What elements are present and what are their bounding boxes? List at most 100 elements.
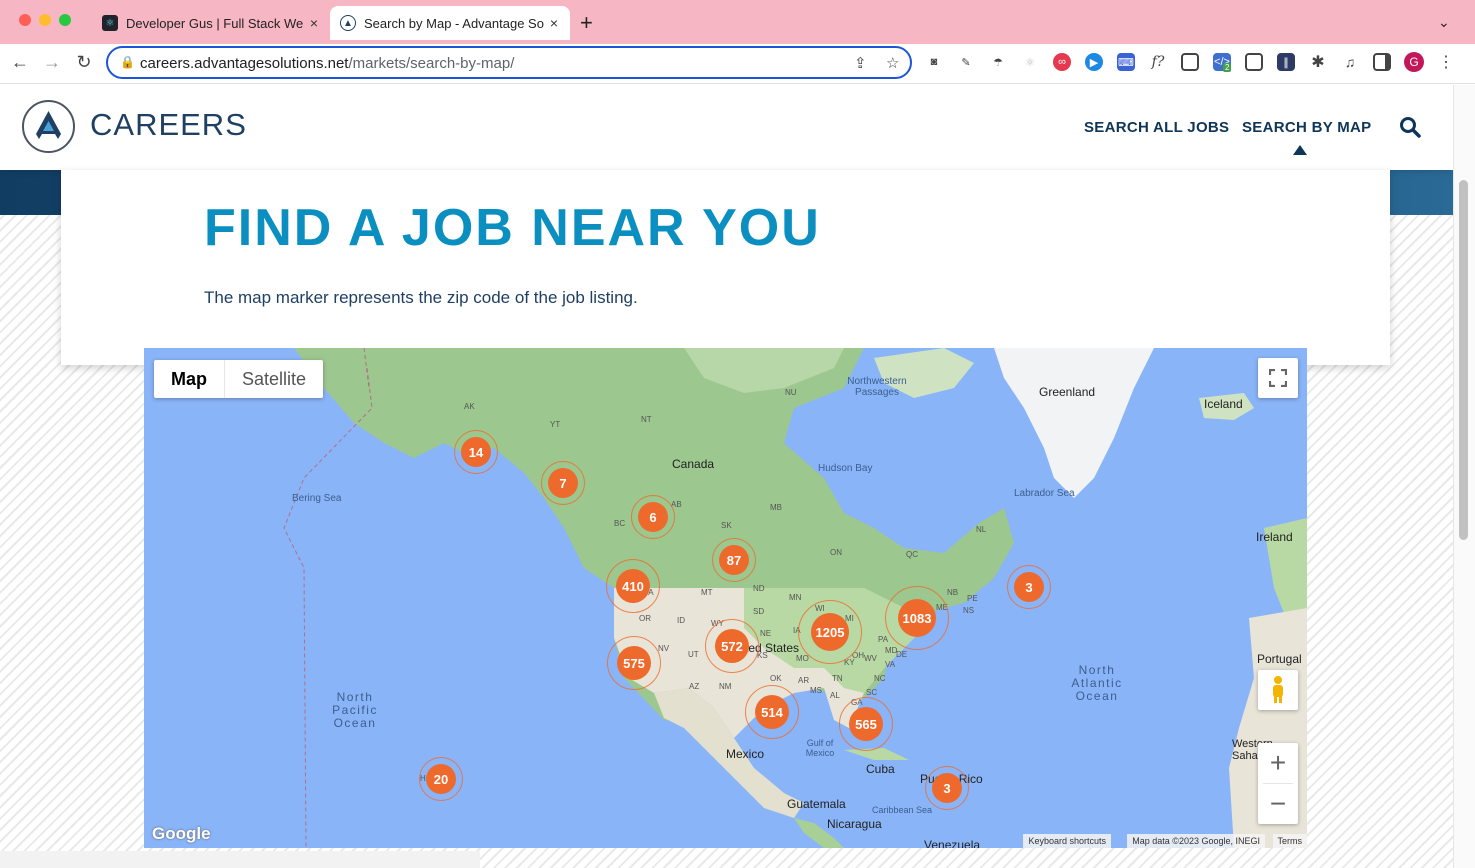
map-label-gulf-of-mexico: Gulf of Mexico [805,738,835,758]
logo-text[interactable]: CAREERS [90,107,247,143]
map-label-tn: TN [832,674,843,683]
search-icon[interactable] [1398,115,1422,139]
terms-link[interactable]: Terms [1272,834,1307,848]
advantage-logo-icon[interactable] [22,100,75,153]
new-tab-button[interactable]: + [580,10,593,36]
job-cluster-marker[interactable]: 3 [1007,565,1051,609]
cluster-count: 14 [461,437,491,467]
close-tab-icon[interactable]: × [304,15,324,31]
tab-title: Search by Map - Advantage Solu [364,15,544,31]
map-label-bering-sea: Bering Sea [292,493,342,504]
react-devtools-extension-icon[interactable]: ⚛ [1021,53,1039,71]
react-favicon-icon: ⚛ [102,15,118,31]
job-cluster-marker[interactable]: 6 [631,495,675,539]
map-label-caribbean-sea: Caribbean Sea [872,805,933,815]
map-type-control: Map Satellite [154,360,324,398]
keyboard-extension-icon[interactable]: ⌨ [1117,53,1135,71]
close-tab-icon[interactable]: × [544,15,564,31]
map-label-va: VA [885,660,896,669]
profile-avatar[interactable]: G [1404,52,1424,72]
tab-developer-gus[interactable]: ⚛ Developer Gus | Full Stack Web × [92,6,330,40]
job-cluster-marker[interactable]: 7 [541,461,585,505]
map-type-satellite-button[interactable]: Satellite [224,360,323,398]
job-cluster-marker[interactable]: 87 [712,538,756,582]
map-type-map-button[interactable]: Map [154,360,224,398]
map-label-sd: SD [753,607,765,616]
nav-search-all-jobs[interactable]: SEARCH ALL JOBS [1084,119,1229,136]
job-cluster-marker[interactable]: 3 [925,766,969,810]
map-label-sk: SK [721,521,732,530]
fullscreen-button[interactable] [1258,358,1298,398]
cluster-count: 575 [617,646,651,680]
red-extension-icon[interactable]: ∞ [1053,53,1071,71]
job-map[interactable]: Greenland Iceland Canada Hudson Bay Nort… [144,348,1307,848]
job-cluster-marker[interactable]: 572 [705,619,759,673]
forward-icon[interactable]: → [40,52,64,73]
url-domain: careers.advantagesolutions.net [140,55,349,72]
job-cluster-marker[interactable]: 1083 [885,586,949,650]
map-label-labrador-sea: Labrador Sea [1014,488,1075,499]
cluster-count: 1205 [811,613,849,651]
google-logo[interactable]: Google [152,824,211,844]
map-label-nl: NL [976,525,987,534]
url-path: /markets/search-by-map/ [348,55,515,72]
camera-extension-icon[interactable]: ◙ [925,53,943,71]
nav-search-by-map[interactable]: SEARCH BY MAP [1242,119,1371,136]
map-label-mb: MB [770,503,782,512]
map-label-ok: OK [770,674,782,683]
close-window-button[interactable] [19,14,31,26]
map-label-venezuela: Venezuela [924,838,981,848]
job-cluster-marker[interactable]: 575 [607,636,661,690]
job-cluster-marker[interactable]: 514 [745,685,799,739]
job-cluster-marker[interactable]: 1205 [798,600,862,664]
page-scrollbar[interactable] [1453,85,1475,868]
map-label-nu: NU [785,388,797,397]
side-panel-icon[interactable] [1373,53,1391,71]
writing-extension-icon[interactable]: ∥ [1277,53,1295,71]
reload-icon[interactable]: ↻ [72,52,96,73]
map-label-cuba: Cuba [866,762,895,776]
tab-search-chevron-icon[interactable]: ⌄ [1438,14,1450,31]
map-label-ireland: Ireland [1256,530,1293,544]
zoom-out-button[interactable]: − [1270,784,1286,824]
function-extension-icon[interactable]: f? [1149,53,1167,71]
cluster-count: 565 [849,707,883,741]
job-cluster-marker[interactable]: 565 [839,697,893,751]
screenshot-extension-icon[interactable] [1181,53,1199,71]
job-cluster-marker[interactable]: 410 [606,559,660,613]
map-label-or: OR [639,614,651,623]
tab-search-by-map[interactable]: ▲ Search by Map - Advantage Solu × [330,6,570,40]
media-control-icon[interactable]: ♫ [1341,53,1359,71]
extensions-puzzle-icon[interactable]: ✱ [1309,53,1327,71]
hero-card: FIND A JOB NEAR YOU The map marker repre… [61,170,1390,365]
job-cluster-marker[interactable]: 14 [454,430,498,474]
address-bar[interactable]: 🔒 careers.advantagesolutions.net/markets… [106,46,912,79]
bookmark-star-icon[interactable]: ☆ [886,54,899,72]
cluster-count: 3 [932,773,962,803]
umbrella-extension-icon[interactable]: ☂ [989,53,1007,71]
browser-menu-icon[interactable]: ⋮ [1437,53,1455,71]
code-extension-icon[interactable]: </> 2 [1213,53,1232,72]
share-icon[interactable]: ⇪ [854,54,867,72]
url-text: careers.advantagesolutions.net/markets/s… [140,55,514,72]
map-label-qc: QC [906,550,918,559]
map-label-mexico: Mexico [726,747,765,761]
play-extension-icon[interactable]: ▶ [1085,53,1103,71]
job-cluster-marker[interactable]: 20 [419,757,463,801]
map-label-ar: AR [798,676,810,685]
back-icon[interactable]: ← [8,52,32,73]
scrollbar-thumb[interactable] [1459,180,1468,540]
map-label-az: AZ [689,682,700,691]
map-label-nd: ND [753,584,765,593]
zoom-in-button[interactable]: + [1270,743,1286,783]
cluster-count: 7 [548,468,578,498]
maximize-window-button[interactable] [59,14,71,26]
picture-in-picture-icon[interactable] [1245,53,1263,71]
street-view-pegman-button[interactable] [1258,670,1298,710]
active-nav-caret-icon [1293,145,1307,155]
pen-extension-icon[interactable]: ✎ [957,53,975,71]
minimize-window-button[interactable] [39,14,51,26]
browser-toolbar: ← → ↻ 🔒 careers.advantagesolutions.net/m… [0,44,1475,84]
cluster-count: 6 [638,502,668,532]
keyboard-shortcuts-link[interactable]: Keyboard shortcuts [1023,834,1111,848]
